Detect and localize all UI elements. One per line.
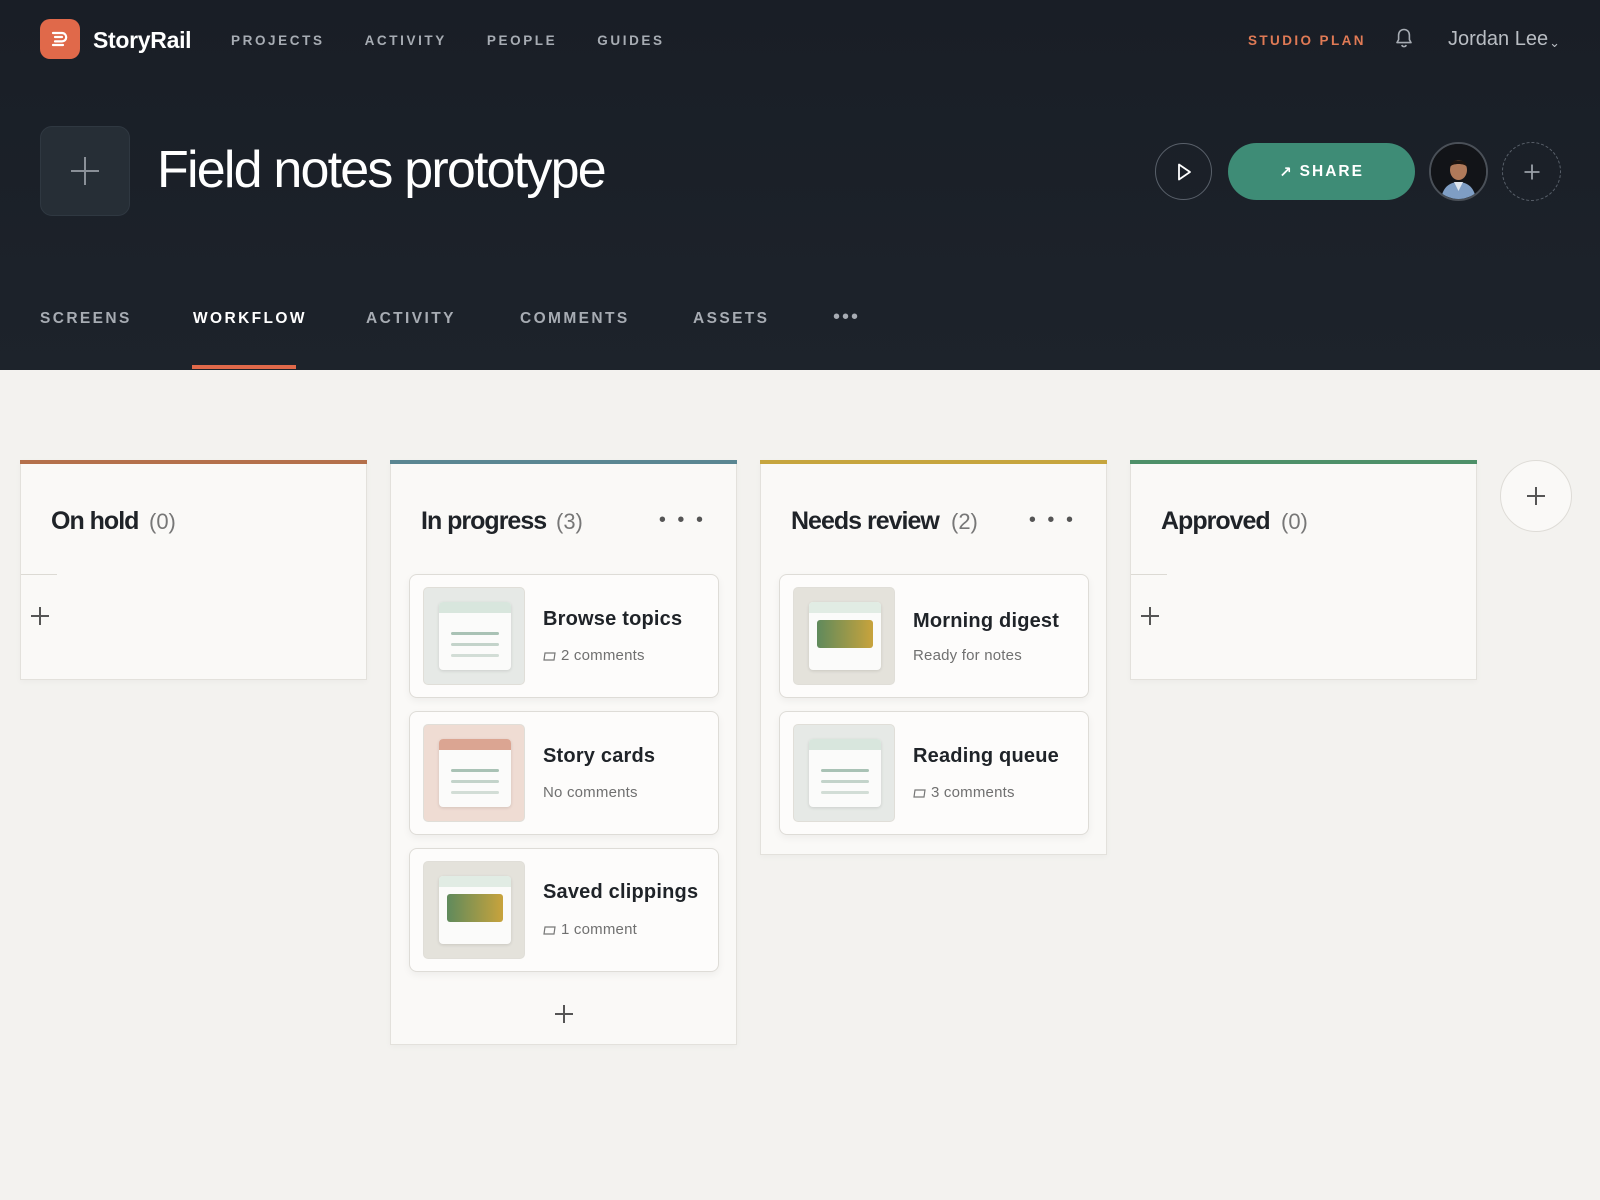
plus-icon xyxy=(1141,607,1159,625)
notifications-bell-icon[interactable] xyxy=(1394,27,1414,49)
list-thumbnail-icon xyxy=(423,587,525,685)
share-label: SHARE xyxy=(1299,162,1364,180)
column-count: (3) xyxy=(556,509,583,534)
add-member-button[interactable] xyxy=(1502,142,1561,201)
add-column-button[interactable] xyxy=(1500,460,1572,532)
tab-assets[interactable]: ASSETS xyxy=(693,310,769,328)
column-color-bar xyxy=(20,460,367,464)
add-card-button[interactable] xyxy=(27,603,53,629)
arrow-up-right-icon: ↗ xyxy=(1279,163,1292,181)
plus-icon xyxy=(31,607,49,625)
top-navigation-bar: StoryRail PROJECTS ACTIVITY PEOPLE GUIDE… xyxy=(0,0,1600,80)
divider xyxy=(1131,574,1167,575)
play-icon xyxy=(1177,163,1191,180)
card-saved-clippings[interactable]: Saved clippings 1 comment xyxy=(409,848,719,972)
tab-screens[interactable]: SCREENS xyxy=(40,310,132,328)
avatar[interactable] xyxy=(1429,142,1488,201)
column-color-bar xyxy=(760,460,1107,464)
tab-workflow[interactable]: WORKFLOW xyxy=(193,310,307,328)
card-subtitle: 1 comment xyxy=(543,921,637,938)
comment-icon xyxy=(913,788,926,798)
plus-icon xyxy=(1527,487,1545,505)
column-approved: Approved (0) xyxy=(1130,460,1477,680)
card-browse-topics[interactable]: Browse topics 2 comments xyxy=(409,574,719,698)
column-count: (2) xyxy=(951,509,978,534)
project-title: Field notes prototype xyxy=(157,141,607,199)
nav-guides[interactable]: GUIDES xyxy=(597,33,664,48)
column-in-progress: In progress (3) • • • Browse topics 2 co… xyxy=(390,460,737,1045)
column-count: (0) xyxy=(1281,509,1308,534)
nav-people[interactable]: PEOPLE xyxy=(487,33,557,48)
divider xyxy=(21,574,57,575)
add-card-button[interactable] xyxy=(551,1001,577,1027)
card-subtitle: No comments xyxy=(543,784,638,801)
card-title: Browse topics xyxy=(543,608,683,630)
card-story-cards[interactable]: Story cards No comments xyxy=(409,711,719,835)
column-on-hold: On hold (0) xyxy=(20,460,367,680)
plus-icon xyxy=(1524,164,1539,179)
main-nav: PROJECTS ACTIVITY PEOPLE GUIDES xyxy=(231,33,705,48)
add-card-button[interactable] xyxy=(1137,603,1163,629)
card-morning-digest[interactable]: Morning digest Ready for notes xyxy=(779,574,1089,698)
card-title: Story cards xyxy=(543,745,656,767)
add-project-icon-button[interactable] xyxy=(40,126,130,216)
column-title-text: Needs review xyxy=(791,507,940,535)
nav-projects[interactable]: PROJECTS xyxy=(231,33,325,48)
comment-icon xyxy=(543,925,556,935)
image-thumbnail-icon xyxy=(793,587,895,685)
chevron-down-icon: ⌄ xyxy=(1549,35,1560,50)
column-menu-icon[interactable]: • • • xyxy=(1029,509,1076,532)
card-title: Morning digest xyxy=(913,610,1060,632)
more-tabs-icon[interactable]: ••• xyxy=(833,306,860,329)
tab-comments[interactable]: COMMENTS xyxy=(520,310,630,328)
logo-icon[interactable] xyxy=(40,19,80,59)
column-needs-review: Needs review (2) • • • Morning digest Re… xyxy=(760,460,1107,855)
tab-activity[interactable]: ACTIVITY xyxy=(366,310,456,328)
column-color-bar xyxy=(390,460,737,464)
studio-plan-link[interactable]: STUDIO PLAN xyxy=(1248,33,1366,48)
preview-play-button[interactable] xyxy=(1155,143,1212,200)
list-thumbnail-icon xyxy=(423,724,525,822)
column-title: Approved xyxy=(1161,507,1271,536)
column-title-text: Approved xyxy=(1161,507,1271,535)
card-subtitle: 3 comments xyxy=(913,784,1015,801)
nav-activity[interactable]: ACTIVITY xyxy=(365,33,447,48)
app-name[interactable]: StoryRail xyxy=(93,27,192,54)
column-menu-icon[interactable]: • • • xyxy=(659,509,706,532)
user-menu[interactable]: Jordan Lee⌄ xyxy=(1448,28,1560,51)
column-title-text: On hold xyxy=(51,507,139,535)
card-title: Reading queue xyxy=(913,745,1059,767)
comment-icon xyxy=(543,651,556,661)
user-photo-icon xyxy=(1431,144,1486,199)
card-subtitle: Ready for notes xyxy=(913,647,1022,664)
user-name: Jordan Lee xyxy=(1448,28,1549,50)
active-tab-indicator xyxy=(192,365,296,369)
card-reading-queue[interactable]: Reading queue 3 comments xyxy=(779,711,1089,835)
share-button[interactable]: ↗ SHARE xyxy=(1228,143,1415,200)
column-title: In progress xyxy=(421,507,547,536)
column-count: (0) xyxy=(149,509,176,534)
column-title: On hold xyxy=(51,507,139,536)
list-thumbnail-icon xyxy=(793,724,895,822)
column-title-text: In progress xyxy=(421,507,547,535)
card-title: Saved clippings xyxy=(543,881,699,903)
column-title: Needs review xyxy=(791,507,940,536)
column-color-bar xyxy=(1130,460,1477,464)
project-header: StoryRail PROJECTS ACTIVITY PEOPLE GUIDE… xyxy=(0,0,1600,370)
card-subtitle: 2 comments xyxy=(543,647,645,664)
plus-icon xyxy=(555,1005,573,1023)
image-thumbnail-icon xyxy=(423,861,525,959)
plus-icon xyxy=(71,157,99,185)
